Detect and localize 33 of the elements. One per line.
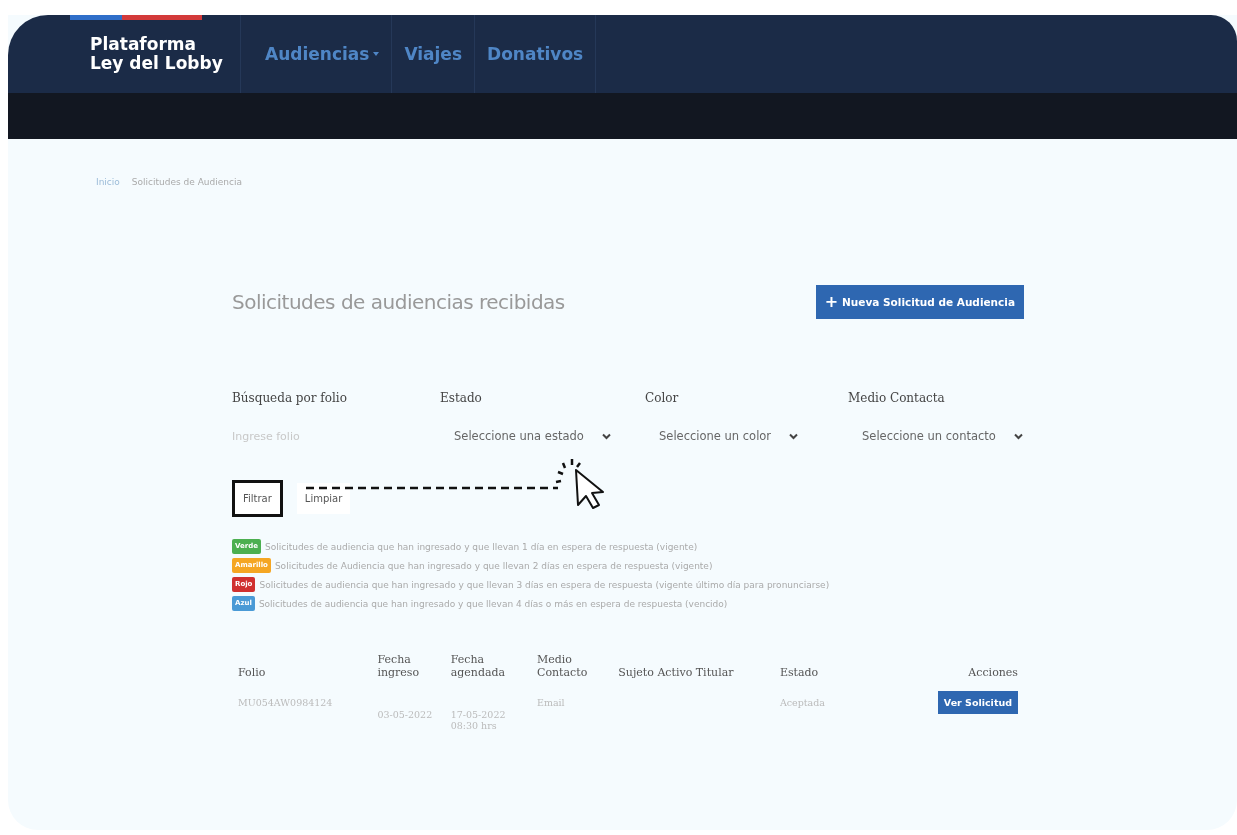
chevron-down-icon bbox=[601, 432, 611, 440]
column-header: Fecha agendada bbox=[449, 653, 507, 681]
column-header: Fecha ingreso bbox=[376, 653, 421, 681]
field-label: Búsqueda por folio bbox=[232, 391, 348, 405]
legend-text: Solicitudes de audiencia que han ingresado y que llevan 4 días o más en espera de respuesta (vencido) bbox=[258, 598, 728, 609]
legend-text: Solicitudes de Audiencia que han ingresado y que llevan 2 días en espera de respuesta (vigente) bbox=[274, 560, 713, 571]
select-dropdown[interactable]: Seleccione una estado bbox=[440, 425, 625, 447]
chevron-down-icon bbox=[789, 432, 799, 440]
clear-button[interactable]: Limpiar bbox=[296, 483, 351, 514]
filter-button[interactable]: Filtrar bbox=[232, 480, 283, 517]
field-label: Estado bbox=[440, 391, 483, 405]
table-cell-text: 17-05-2022 08:30 hrs bbox=[449, 708, 507, 733]
new-request-button[interactable]: + Nueva Solicitud de Audiencia bbox=[815, 285, 1024, 319]
brand-name[interactable]: Plataforma Ley del Lobby bbox=[90, 35, 223, 73]
select-dropdown[interactable]: Seleccione un contacto bbox=[848, 425, 1037, 447]
table-cell-text: MU054AW0984124 bbox=[237, 696, 334, 710]
column-header: Estado bbox=[778, 665, 820, 681]
field-label: Color bbox=[645, 391, 680, 405]
chevron-down-icon bbox=[1013, 432, 1023, 440]
table-cell-text: Aceptada bbox=[778, 696, 826, 710]
select-dropdown[interactable]: Seleccione un color bbox=[645, 425, 813, 447]
table-cell-text: Email bbox=[535, 696, 566, 710]
column-header: Folio bbox=[237, 665, 267, 681]
legend-text: Solicitudes de audiencia que han ingresado y que llevan 1 día en espera de respuesta (vigente) bbox=[265, 541, 698, 552]
column-header: Acciones bbox=[967, 665, 1019, 681]
breadcrumb-current: Solicitudes de Audiencia bbox=[131, 177, 242, 187]
legend-text: Solicitudes de audiencia que han ingresado y que llevan 3 días en espera de respuesta (vigente último día para pronunciarse) bbox=[259, 579, 830, 590]
page-title: Solicitudes de audiencias recibidas bbox=[232, 290, 565, 314]
view-request-button[interactable]: Ver Solicitud bbox=[937, 691, 1018, 714]
field-label: Medio Contacta bbox=[848, 391, 946, 405]
table-cell-text: 03-05-2022 bbox=[376, 708, 434, 722]
column-header: Sujeto Activo Titular bbox=[617, 665, 735, 681]
column-header: Medio Contacto bbox=[535, 653, 589, 681]
